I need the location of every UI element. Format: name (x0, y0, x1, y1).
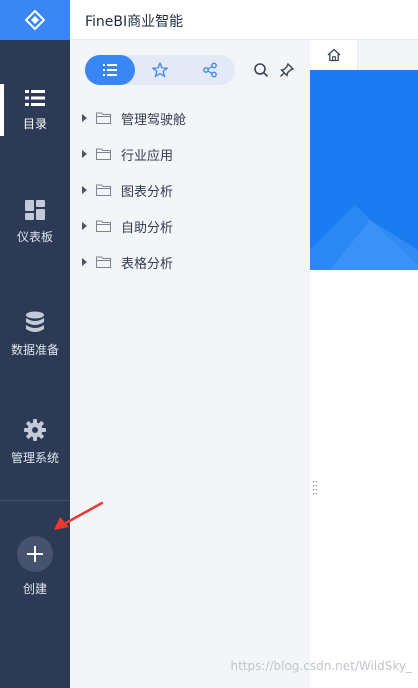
watermark-text: https://blog.csdn.net/WildSky_ (230, 659, 413, 673)
tab-list[interactable] (85, 55, 135, 85)
nav-item-dashboard[interactable]: 仪表板 (0, 182, 70, 262)
dashboard-icon (25, 199, 45, 220)
tree-item-folder[interactable]: 管理驾驶舱 (82, 106, 186, 130)
folder-icon (96, 148, 111, 160)
tree-item-label: 表格分析 (121, 256, 174, 272)
nav-item-data-prep[interactable]: 数据准备 (0, 294, 70, 374)
nav-item-label: 目录 (22, 116, 47, 131)
directory-panel: 管理驾驶舱 行业应用 图表分析 自助分析 表格分析 (70, 40, 310, 688)
nav-item-label: 仪表板 (16, 229, 53, 244)
share-icon (203, 62, 217, 78)
folder-icon (96, 256, 111, 268)
resize-handle[interactable] (312, 480, 318, 496)
create-circle (17, 536, 53, 572)
database-icon (26, 311, 44, 332)
welcome-banner (310, 70, 418, 270)
tree-item-label: 管理驾驶舱 (121, 112, 187, 128)
pin-button[interactable] (278, 61, 296, 79)
list-icon (103, 64, 117, 76)
search-icon (254, 63, 269, 78)
tab-bar-empty (358, 40, 418, 70)
tree-item-folder[interactable]: 行业应用 (82, 142, 173, 166)
caret-right-icon[interactable] (82, 258, 87, 266)
nav-item-label: 数据准备 (10, 342, 59, 357)
search-button[interactable] (252, 61, 270, 79)
tab-home[interactable] (310, 40, 358, 70)
star-icon (152, 62, 168, 78)
main-content (310, 40, 418, 688)
app-title: FineBI商业智能 (85, 14, 184, 30)
plus-icon (27, 546, 43, 562)
left-nav: 目录 仪表板 数据准备 管理系统 创建 (0, 0, 70, 688)
tree-item-label: 行业应用 (121, 148, 174, 164)
finebi-logo[interactable] (0, 0, 70, 40)
caret-right-icon[interactable] (82, 222, 87, 230)
list-icon (25, 89, 45, 106)
top-header: FineBI商业智能 (70, 0, 418, 40)
logo-icon (25, 10, 45, 30)
home-icon (327, 48, 340, 62)
caret-right-icon[interactable] (82, 150, 87, 158)
pin-icon (280, 62, 295, 77)
folder-icon (96, 220, 111, 232)
banner-graphic (310, 70, 418, 270)
folder-icon (96, 112, 111, 124)
nav-item-management[interactable]: 管理系统 (0, 402, 70, 482)
tree-item-folder[interactable]: 表格分析 (82, 250, 173, 274)
tree-item-folder[interactable]: 图表分析 (82, 178, 173, 202)
tab-favorites[interactable] (135, 55, 185, 85)
create-button[interactable]: 创建 (0, 536, 70, 606)
caret-right-icon[interactable] (82, 186, 87, 194)
caret-right-icon[interactable] (82, 114, 87, 122)
panel-tab-group (85, 55, 235, 85)
nav-item-label: 管理系统 (10, 450, 59, 465)
tab-shared[interactable] (185, 55, 235, 85)
folder-icon (96, 184, 111, 196)
annotation-arrow (54, 501, 104, 530)
gear-icon (24, 418, 46, 441)
create-label: 创建 (22, 582, 47, 596)
nav-item-catalog[interactable]: 目录 (0, 70, 70, 150)
tree-item-folder[interactable]: 自助分析 (82, 214, 173, 238)
tree-item-label: 图表分析 (121, 184, 174, 200)
tree-item-label: 自助分析 (121, 220, 174, 236)
